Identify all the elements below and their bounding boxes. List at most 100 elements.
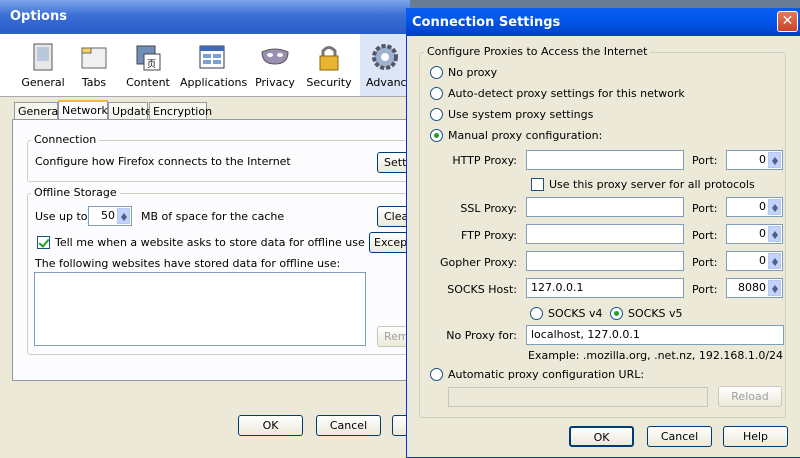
connection-cancel-button[interactable]: Cancel <box>647 426 712 447</box>
offline-storage-label: Offline Storage <box>31 186 120 199</box>
options-window: Options General Tabs 页 Content Applicati… <box>0 0 417 458</box>
http-proxy-label: HTTP Proxy: <box>452 154 517 167</box>
configure-proxies-label: Configure Proxies to Access the Internet <box>424 45 651 58</box>
gopher-proxy-label: Gopher Proxy: <box>440 256 518 269</box>
advanced-gear-icon <box>372 44 398 70</box>
no-proxy-for-input[interactable]: localhost, 127.0.0.1 <box>526 325 784 345</box>
toolbar-security-label: Security <box>306 76 352 89</box>
tab-general[interactable]: General <box>14 102 61 119</box>
stored-data-list-label: The following websites have stored data … <box>35 257 341 270</box>
use-for-all-checkbox[interactable] <box>531 178 544 191</box>
toolbar-advanced-label: Advance <box>366 76 414 89</box>
toolbar-general-button[interactable]: General <box>20 34 66 96</box>
http-port-value: 0 <box>759 153 766 166</box>
toolbar-privacy-button[interactable]: Privacy <box>252 34 298 96</box>
use-for-all-label: Use this proxy server for all protocols <box>549 178 755 191</box>
ssl-proxy-label: SSL Proxy: <box>460 202 517 215</box>
ssl-port-stepper[interactable]: 0 <box>726 197 783 217</box>
tell-me-checkbox[interactable] <box>37 236 50 249</box>
options-toolbar: General Tabs 页 Content Applications Priv… <box>0 34 414 97</box>
use-up-to-label: Use up to <box>35 210 88 223</box>
ftp-port-label: Port: <box>692 229 718 242</box>
ftp-port-value: 0 <box>759 227 766 240</box>
connection-ok-button[interactable]: OK <box>569 426 634 447</box>
spin-arrows-icon[interactable] <box>768 280 781 296</box>
cache-size-value: 50 <box>101 209 115 222</box>
socks-v4-label: SOCKS v4 <box>548 307 603 320</box>
security-padlock-icon <box>319 46 339 71</box>
manual-proxy-label: Manual proxy configuration: <box>448 129 603 142</box>
connection-group-label: Connection <box>31 133 100 146</box>
tab-network[interactable]: Network <box>58 100 108 120</box>
toolbar-general-label: General <box>21 76 65 89</box>
toolbar-content-label: Content <box>126 76 170 89</box>
ftp-proxy-label: FTP Proxy: <box>460 229 517 242</box>
auto-detect-radio[interactable] <box>430 87 443 100</box>
http-port-label: Port: <box>692 154 718 167</box>
auto-config-url-radio[interactable] <box>430 368 443 381</box>
ssl-proxy-input[interactable] <box>526 197 684 217</box>
svg-text:页: 页 <box>147 59 156 70</box>
connection-description: Configure how Firefox connects to the In… <box>35 155 291 168</box>
no-proxy-example: Example: .mozilla.org, .net.nz, 192.168.… <box>528 349 784 362</box>
reload-button[interactable]: Reload <box>718 386 782 407</box>
gopher-port-stepper[interactable]: 0 <box>726 251 783 271</box>
ftp-proxy-input[interactable] <box>526 224 684 244</box>
socks-port-stepper[interactable]: 8080 <box>726 278 783 298</box>
options-title: Options <box>10 9 67 24</box>
gopher-proxy-input[interactable] <box>526 251 684 271</box>
spin-arrows-icon[interactable] <box>768 152 781 168</box>
http-port-stepper[interactable]: 0 <box>726 150 783 170</box>
socks-port-value: 8080 <box>738 281 766 294</box>
applications-icon <box>199 45 225 69</box>
socks-v5-radio[interactable] <box>610 307 623 320</box>
tell-me-label: Tell me when a website asks to store dat… <box>55 236 365 249</box>
tab-update[interactable]: Update <box>108 102 152 119</box>
close-icon[interactable]: ✕ <box>777 11 798 32</box>
socks-host-input[interactable]: 127.0.0.1 <box>526 278 684 298</box>
privacy-mask-icon <box>261 48 289 65</box>
stored-data-list[interactable] <box>34 272 366 346</box>
spin-arrows-icon[interactable] <box>768 199 781 215</box>
toolbar-security-button[interactable]: Security <box>306 34 352 96</box>
ftp-port-stepper[interactable]: 0 <box>726 224 783 244</box>
no-proxy-for-label: No Proxy for: <box>446 329 517 342</box>
http-proxy-input[interactable] <box>526 150 684 170</box>
ssl-port-label: Port: <box>692 202 718 215</box>
toolbar-content-button[interactable]: 页 Content <box>124 34 172 96</box>
auto-config-url-input[interactable] <box>448 387 708 407</box>
toolbar-privacy-label: Privacy <box>255 76 295 89</box>
cache-size-stepper[interactable]: 50 <box>88 206 132 226</box>
spin-arrows-icon[interactable] <box>768 226 781 242</box>
socks-host-label: SOCKS Host: <box>447 283 517 296</box>
no-proxy-label: No proxy <box>448 66 498 79</box>
ssl-port-value: 0 <box>759 200 766 213</box>
system-proxy-label: Use system proxy settings <box>448 108 594 121</box>
options-cancel-button[interactable]: Cancel <box>316 415 381 436</box>
tab-encryption[interactable]: Encryption <box>149 102 212 119</box>
toolbar-tabs-button[interactable]: Tabs <box>72 34 116 96</box>
spin-arrows-icon[interactable] <box>768 253 781 269</box>
connection-settings-title-bar[interactable]: Connection Settings ✕ <box>406 8 800 36</box>
options-title-bar[interactable]: Options <box>0 0 410 34</box>
system-proxy-radio[interactable] <box>430 108 443 121</box>
toolbar-applications-button[interactable]: Applications <box>180 34 248 96</box>
toolbar-applications-label: Applications <box>180 76 248 89</box>
connection-help-button[interactable]: Help <box>723 426 788 447</box>
toolbar-advanced-button[interactable]: Advance <box>360 34 414 96</box>
socks-v5-label: SOCKS v5 <box>628 307 683 320</box>
options-ok-button[interactable]: OK <box>238 415 303 436</box>
no-proxy-radio[interactable] <box>430 66 443 79</box>
connection-settings-title: Connection Settings <box>412 15 561 30</box>
gopher-port-label: Port: <box>692 256 718 269</box>
network-panel: Connection Configure how Firefox connect… <box>12 119 417 381</box>
general-icon <box>33 43 53 71</box>
manual-proxy-radio[interactable] <box>430 129 443 142</box>
toolbar-tabs-label: Tabs <box>81 76 107 89</box>
socks-port-label: Port: <box>692 283 718 296</box>
spin-arrows-icon[interactable] <box>117 208 130 224</box>
auto-config-url-label: Automatic proxy configuration URL: <box>448 368 645 381</box>
gopher-port-value: 0 <box>759 254 766 267</box>
content-icon: 页 <box>136 45 161 71</box>
socks-v4-radio[interactable] <box>530 307 543 320</box>
